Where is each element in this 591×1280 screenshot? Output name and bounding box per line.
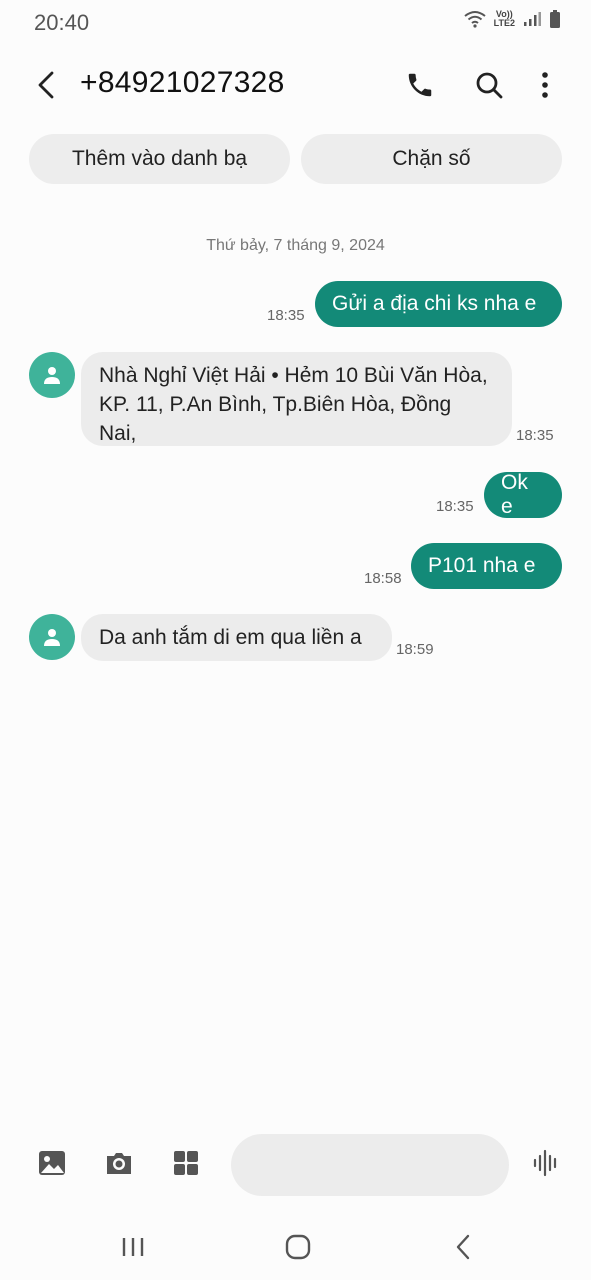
back-arrow-icon[interactable]	[32, 70, 62, 100]
block-number-button[interactable]: Chặn số	[301, 134, 562, 184]
add-contact-button[interactable]: Thêm vào danh bạ	[29, 134, 290, 184]
outgoing-message-bubble[interactable]: Ok e	[484, 471, 562, 518]
message-time: 18:35	[267, 307, 305, 324]
recent-apps-icon[interactable]	[118, 1232, 148, 1262]
back-nav-icon[interactable]	[449, 1232, 479, 1262]
voice-input-icon[interactable]	[531, 1148, 561, 1178]
message-time: 18:58	[364, 570, 402, 587]
incoming-message-bubble[interactable]: Da anh tắm di em qua liền a	[81, 614, 392, 661]
incoming-message-bubble[interactable]: Nhà Nghỉ Việt Hải • Hẻm 10 Bùi Văn Hòa, …	[81, 352, 512, 446]
camera-icon[interactable]	[104, 1148, 134, 1178]
wifi-icon	[464, 11, 486, 28]
gallery-icon[interactable]	[37, 1148, 67, 1178]
outgoing-message-bubble[interactable]: Gửi a địa chi ks nha e	[315, 281, 562, 327]
outgoing-message-bubble[interactable]: P101 nha e	[411, 543, 562, 589]
more-options-icon[interactable]	[530, 70, 560, 100]
person-icon	[44, 367, 60, 384]
contact-avatar[interactable]	[29, 352, 75, 398]
apps-grid-icon[interactable]	[171, 1148, 201, 1178]
status-icons: Vo)) LTE2	[464, 10, 561, 28]
page-title: +84921027328	[80, 66, 285, 99]
date-separator: Thứ bảy, 7 tháng 9, 2024	[206, 237, 385, 254]
message-time: 18:35	[516, 427, 554, 444]
network-type: Vo)) LTE2	[493, 9, 515, 28]
message-time: 18:35	[436, 498, 474, 515]
battery-icon	[550, 10, 560, 28]
message-input[interactable]	[231, 1134, 509, 1196]
contact-avatar[interactable]	[29, 614, 75, 660]
signal-icon	[524, 12, 541, 26]
home-icon[interactable]	[283, 1232, 313, 1262]
person-icon	[44, 629, 60, 646]
search-icon[interactable]	[474, 70, 504, 100]
message-time: 18:59	[396, 641, 434, 658]
phone-call-icon[interactable]	[405, 70, 435, 100]
status-time: 20:40	[34, 10, 90, 35]
